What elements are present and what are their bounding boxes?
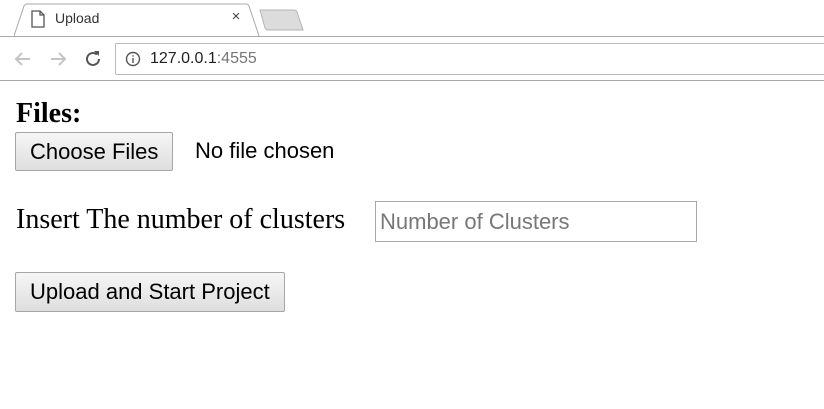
address-bar[interactable]: 127.0.0.1:4555: [115, 43, 824, 75]
reload-icon[interactable]: [83, 49, 103, 69]
upload-start-project-button[interactable]: Upload and Start Project: [15, 272, 285, 312]
new-tab-button[interactable]: [258, 8, 306, 32]
clusters-label: Insert The number of clusters: [16, 204, 346, 235]
tab-strip: Upload ×: [0, 0, 824, 37]
page-content: Files: Choose Files No file chosen Inser…: [0, 82, 824, 409]
tab-outline: [14, 3, 260, 37]
url-port: :4555: [216, 50, 257, 67]
back-arrow-icon[interactable]: [13, 49, 33, 69]
no-file-chosen-text: No file chosen: [195, 138, 335, 163]
address-url: 127.0.0.1:4555: [150, 50, 257, 68]
clusters-input[interactable]: [375, 201, 697, 242]
forward-arrow-icon[interactable]: [48, 49, 68, 69]
browser-tab-upload[interactable]: [14, 3, 260, 37]
tab-title: Upload: [55, 10, 100, 26]
files-heading: Files:: [16, 98, 82, 129]
choose-files-button[interactable]: Choose Files: [15, 132, 174, 171]
tab-close-icon[interactable]: ×: [229, 9, 243, 24]
document-icon: [31, 10, 45, 28]
info-icon[interactable]: [125, 51, 141, 67]
url-host: 127.0.0.1: [150, 50, 217, 67]
browser-toolbar: 127.0.0.1:4555: [0, 36, 824, 81]
